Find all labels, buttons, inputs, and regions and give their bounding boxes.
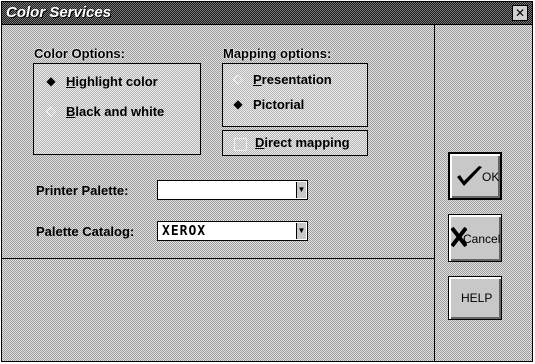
printer-palette-select[interactable]: ▼ — [157, 180, 308, 200]
lower-divider — [2, 258, 434, 259]
radio-selected-icon[interactable]: ◆ — [44, 74, 58, 88]
help-label: HELP — [461, 291, 493, 305]
palette-catalog-value: XEROX — [162, 224, 207, 239]
radio-highlight-color[interactable]: ◆ Highlight color — [44, 72, 158, 90]
black-and-white-label: Black and white — [66, 103, 165, 119]
ok-label: OK — [482, 170, 500, 184]
presentation-label: Presentation — [253, 71, 332, 87]
direct-mapping-checkbox[interactable] — [234, 138, 247, 151]
radio-unselected-icon[interactable]: ◇ — [231, 71, 245, 87]
printer-palette-label: Printer Palette: — [36, 183, 129, 198]
window-title: Color Services — [6, 4, 112, 21]
radio-pictorial[interactable]: ◆ Pictorial — [231, 95, 304, 113]
palette-catalog-select[interactable]: XEROX ▼ — [157, 221, 308, 241]
close-icon[interactable]: ✕ — [512, 5, 528, 21]
dropdown-arrow-icon[interactable]: ▼ — [296, 223, 306, 239]
button-panel-divider — [434, 25, 435, 361]
color-options-label: Color Options: — [34, 46, 125, 61]
radio-unselected-icon[interactable]: ◇ — [44, 103, 58, 119]
title-bar[interactable]: Color Services ✕ — [2, 2, 532, 25]
radio-selected-icon[interactable]: ◆ — [231, 97, 245, 111]
radio-presentation[interactable]: ◇ Presentation — [231, 70, 332, 88]
highlight-color-label: Highlight color — [66, 73, 158, 89]
cancel-button[interactable]: Cancel — [448, 214, 502, 262]
dropdown-arrow-icon[interactable]: ▼ — [296, 182, 306, 198]
color-services-dialog: Color Services ✕ Color Options: ◆ Highli… — [1, 1, 533, 362]
pictorial-label: Pictorial — [253, 96, 305, 112]
cancel-label: Cancel — [463, 232, 501, 246]
mapping-options-label: Mapping options: — [223, 46, 332, 61]
help-button[interactable]: HELP — [448, 276, 502, 320]
direct-mapping-label: Direct mapping — [255, 135, 350, 150]
checkmark-icon — [457, 166, 482, 186]
radio-black-and-white[interactable]: ◇ Black and white — [44, 102, 164, 120]
palette-catalog-label: Palette Catalog: — [36, 224, 135, 239]
ok-button[interactable]: OK — [448, 152, 502, 200]
